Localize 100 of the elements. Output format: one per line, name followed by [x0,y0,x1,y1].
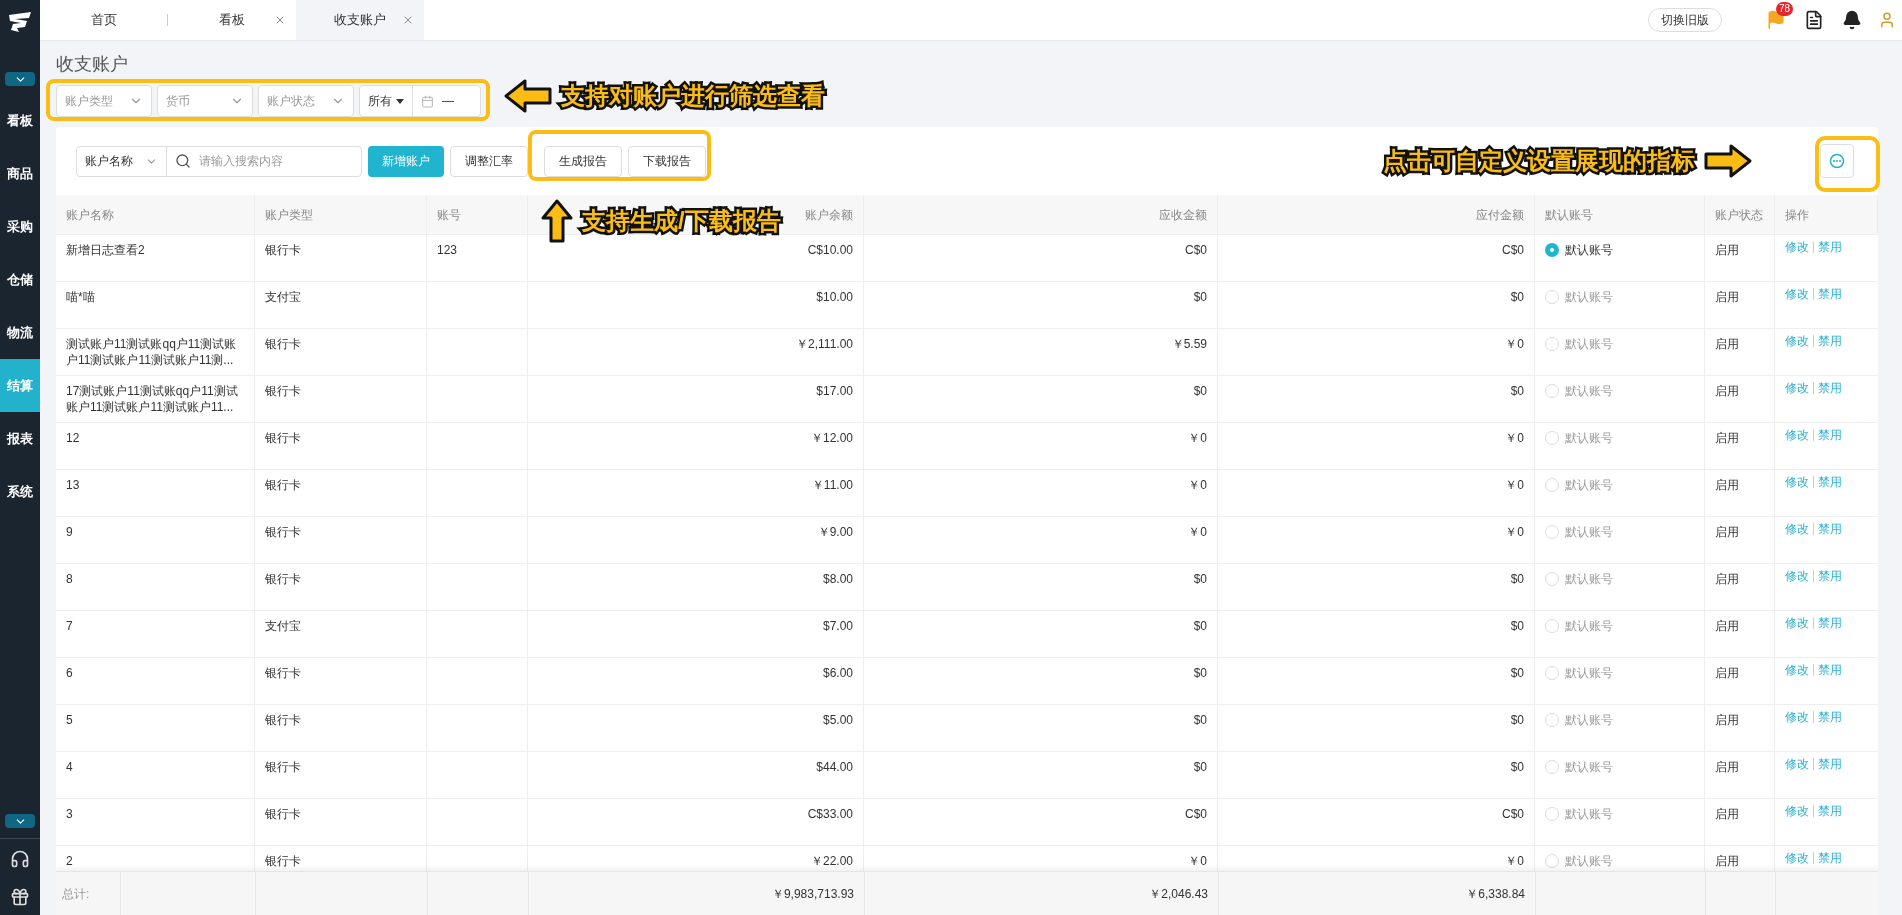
radio-button[interactable] [1545,525,1559,539]
radio-button[interactable] [1545,384,1559,398]
search-by-select[interactable]: 账户名称 [77,146,167,176]
table-cell: 银行卡 [265,572,301,586]
expand-button[interactable] [5,814,35,828]
radio-label: 默认账号 [1565,430,1613,446]
radio-button[interactable] [1545,431,1559,445]
action-link[interactable]: 修改 [1785,239,1809,255]
action-link[interactable]: 禁用 [1818,615,1842,631]
table-cell: $0 [1193,290,1207,304]
user-icon[interactable] [1878,11,1896,29]
table-cell: $0 [1510,290,1524,304]
action-link[interactable]: 禁用 [1818,709,1842,725]
status-cell: 启用 [1715,431,1739,445]
filter-select[interactable]: 账户状态 [258,85,354,117]
sidebar-item[interactable]: 物流 [0,306,40,359]
action-link[interactable]: 修改 [1785,662,1809,678]
headset-icon[interactable] [10,849,30,869]
action-link[interactable]: 禁用 [1818,568,1842,584]
action-link[interactable]: 修改 [1785,803,1809,819]
status-cell: 启用 [1715,807,1739,821]
action-link[interactable]: 禁用 [1818,803,1842,819]
radio-button[interactable] [1545,713,1559,727]
radio-button[interactable] [1545,290,1559,304]
annotation-text: 支持生成/下载报告 [582,206,781,236]
settings-button[interactable] [1820,144,1854,178]
action-link[interactable]: 修改 [1785,568,1809,584]
table-cell: 4 [66,760,73,774]
table-cell: 测试账户11测试账qq户11测试账户11测试账户11测试账户11测... [66,337,237,367]
action-link[interactable]: 禁用 [1818,662,1842,678]
sidebar-item[interactable]: 商品 [0,147,40,200]
expand-button[interactable] [5,72,35,86]
radio-button[interactable] [1545,666,1559,680]
table-cell: $0 [1193,572,1207,586]
bell-icon[interactable] [1842,10,1862,30]
action-link[interactable]: 禁用 [1818,850,1842,866]
action-link[interactable]: 禁用 [1818,333,1842,349]
sidebar-item[interactable]: 仓储 [0,253,40,306]
table-cell: 13 [66,478,80,492]
toolbar-button[interactable]: 下载报告 [628,145,706,177]
action-link[interactable]: 修改 [1785,474,1809,490]
radio-button[interactable] [1545,572,1559,586]
action-link[interactable]: 修改 [1785,615,1809,631]
toolbar-button[interactable]: 生成报告 [544,145,622,177]
radio-button[interactable] [1545,807,1559,821]
action-link[interactable]: 修改 [1785,427,1809,443]
action-link[interactable]: 修改 [1785,756,1809,772]
action-link[interactable]: 禁用 [1818,380,1842,396]
table-cell: ￥0 [1505,478,1524,492]
action-link[interactable]: 修改 [1785,521,1809,537]
action-link[interactable]: 禁用 [1818,756,1842,772]
action-link[interactable]: 修改 [1785,709,1809,725]
radio-button[interactable] [1545,478,1559,492]
table-cell: $0 [1510,572,1524,586]
action-link[interactable]: 禁用 [1818,286,1842,302]
scope-select[interactable]: 所有 [360,86,413,116]
table-cell: 银行卡 [265,431,301,445]
close-icon[interactable] [402,14,414,26]
action-link[interactable]: 修改 [1785,333,1809,349]
toolbar-button[interactable]: 调整汇率 [450,145,528,177]
document-icon[interactable] [1804,10,1824,30]
table-cell: ￥0 [1505,854,1524,868]
action-link[interactable]: 修改 [1785,850,1809,866]
table-cell: ￥5.59 [1171,337,1207,351]
radio-button[interactable] [1545,619,1559,633]
radio-button[interactable] [1545,760,1559,774]
tab[interactable]: 收支账户 [296,0,424,40]
sidebar-item[interactable]: 报表 [0,412,40,465]
table-cell: 123 [437,243,458,257]
action-link[interactable]: 禁用 [1818,427,1842,443]
table-cell: C$0 [1185,243,1207,257]
table-cell: 9 [66,525,73,539]
sidebar-item[interactable]: 系统 [0,465,40,518]
radio-button[interactable] [1545,854,1559,868]
sidebar-item[interactable]: 看板 [0,94,40,147]
table-cell: 17测试账户11测试账qq户11测试账户11测试账户11测试账户11... [66,384,238,414]
search-field[interactable]: 账户名称 请输入搜索内容 [76,145,362,177]
table-cell: C$0 [1502,807,1524,821]
table-cell: $17.00 [816,384,853,398]
sidebar-item[interactable]: 采购 [0,200,40,253]
table-cell: 新增日志查看2 [66,243,145,257]
action-link[interactable]: 禁用 [1818,474,1842,490]
radio-button[interactable] [1545,243,1559,257]
action-link[interactable]: 禁用 [1818,521,1842,537]
status-cell: 启用 [1715,290,1739,304]
sidebar-item[interactable]: 结算 [0,359,40,412]
status-cell: 启用 [1715,572,1739,586]
action-link[interactable]: 修改 [1785,286,1809,302]
table-cell: ￥12.00 [810,431,853,445]
date-filter[interactable]: 所有 — [359,85,481,117]
filter-select[interactable]: 货币 [157,85,253,117]
filter-select[interactable]: 账户类型 [56,85,152,117]
action-link[interactable]: 禁用 [1818,239,1842,255]
action-link[interactable]: 修改 [1785,380,1809,396]
table-cell: 银行卡 [265,807,301,821]
toolbar-button[interactable]: 新增账户 [368,145,444,177]
gift-icon[interactable] [10,887,30,907]
total-cell-text: ￥6,338.84 [1466,885,1525,903]
close-icon[interactable] [274,14,286,26]
radio-button[interactable] [1545,337,1559,351]
